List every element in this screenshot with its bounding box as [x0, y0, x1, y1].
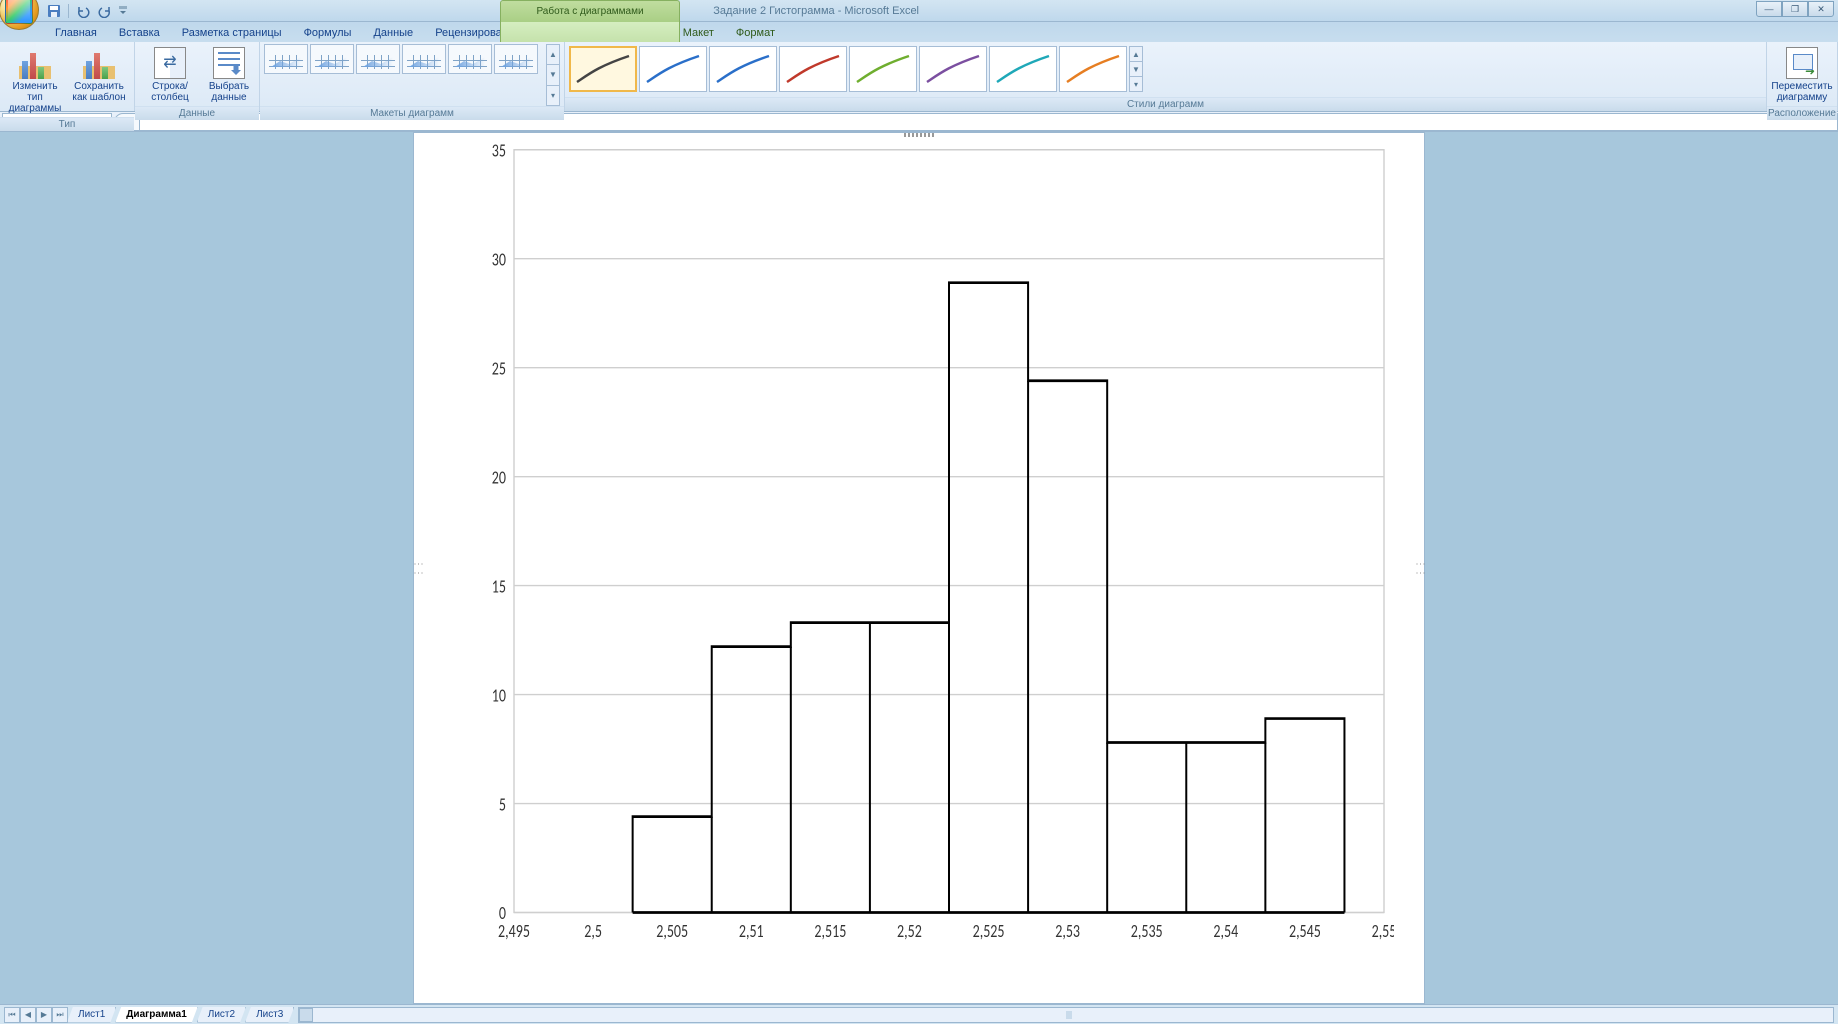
style-thumb[interactable]	[919, 46, 987, 92]
svg-text:2,535: 2,535	[1131, 920, 1163, 943]
chart-layouts-gallery[interactable]	[264, 44, 544, 74]
chart-object[interactable]: ⋮⋮ ⋮⋮ 051015202530352,4952,52,5052,512,5…	[413, 132, 1425, 1004]
scrollbar-thumb[interactable]	[299, 1008, 313, 1022]
tab-page-layout[interactable]: Разметка страницы	[171, 24, 293, 42]
switch-row-column-button[interactable]: Строка/столбец	[139, 44, 201, 106]
contextual-tab-title: Работа с диаграммами	[500, 0, 680, 22]
layouts-gallery-scroll[interactable]: ▲ ▼ ▾	[546, 44, 560, 106]
layout-thumb[interactable]	[310, 44, 354, 74]
layout-thumb[interactable]	[264, 44, 308, 74]
chart-styles-gallery[interactable]	[569, 46, 1127, 92]
styles-gallery-scroll[interactable]: ▲ ▼ ▾	[1129, 46, 1143, 92]
tab-nav-last-icon[interactable]: ⏭	[52, 1007, 68, 1023]
close-button[interactable]: ✕	[1808, 1, 1834, 17]
svg-text:2,505: 2,505	[656, 920, 688, 943]
quick-access-toolbar	[44, 2, 129, 20]
svg-text:2,495: 2,495	[498, 920, 530, 943]
redo-icon[interactable]	[95, 2, 115, 20]
minimize-button[interactable]: ―	[1756, 1, 1782, 17]
style-thumb[interactable]	[569, 46, 637, 92]
ribbon-tabs: Главная Вставка Разметка страницы Формул…	[0, 22, 1838, 42]
svg-text:2,54: 2,54	[1213, 920, 1238, 943]
layout-thumb[interactable]	[356, 44, 400, 74]
chart-bars-icon	[19, 47, 51, 79]
ribbon-group-location: Переместить диаграмму Расположение	[1767, 42, 1838, 111]
style-thumb[interactable]	[989, 46, 1057, 92]
style-thumb[interactable]	[779, 46, 847, 92]
svg-text:2,545: 2,545	[1289, 920, 1321, 943]
chart-template-icon	[83, 47, 115, 79]
sheet-tab[interactable]: Лист3	[245, 1007, 294, 1023]
move-chart-icon	[1786, 47, 1818, 79]
sheet-tab[interactable]: Диаграмма1	[115, 1007, 197, 1023]
tab-insert[interactable]: Вставка	[108, 24, 171, 42]
tab-chart-format[interactable]: Формат	[725, 24, 786, 42]
sheet-tab-nav: ⏮ ◀ ▶ ⏭	[4, 1007, 68, 1023]
select-data-icon	[213, 47, 245, 79]
svg-text:2,525: 2,525	[973, 920, 1005, 943]
chart-svg: 051015202530352,4952,52,5052,512,5152,52…	[474, 143, 1394, 953]
svg-text:2,53: 2,53	[1055, 920, 1080, 943]
title-bar: Задание 2 Гистограмма - Microsoft Excel …	[0, 0, 1838, 22]
chart-plot-area[interactable]: 051015202530352,4952,52,5052,512,5152,52…	[474, 143, 1394, 953]
svg-text:5: 5	[499, 793, 506, 816]
tab-data[interactable]: Данные	[362, 24, 424, 42]
svg-text:2,51: 2,51	[739, 920, 764, 943]
change-chart-type-button[interactable]: Изменить тип диаграммы	[4, 44, 66, 117]
scroll-up-icon[interactable]: ▲	[1130, 47, 1142, 62]
layout-thumb[interactable]	[448, 44, 492, 74]
resize-handle-left[interactable]: ⋮⋮	[413, 559, 424, 577]
tab-nav-first-icon[interactable]: ⏮	[4, 1007, 20, 1023]
svg-text:15: 15	[492, 575, 506, 598]
horizontal-scrollbar[interactable]	[298, 1007, 1834, 1023]
style-thumb[interactable]	[849, 46, 917, 92]
style-thumb[interactable]	[1059, 46, 1127, 92]
ribbon-group-type: Изменить тип диаграммы Сохранить как шаб…	[0, 42, 135, 111]
style-thumb[interactable]	[639, 46, 707, 92]
svg-text:2,55: 2,55	[1372, 920, 1394, 943]
window-title: Задание 2 Гистограмма - Microsoft Excel	[713, 5, 919, 17]
tab-nav-prev-icon[interactable]: ◀	[20, 1007, 36, 1023]
chart-drag-handle[interactable]	[904, 133, 934, 137]
worksheet-area: ⋮⋮ ⋮⋮ 051015202530352,4952,52,5052,512,5…	[0, 132, 1838, 1004]
svg-text:2,52: 2,52	[897, 920, 922, 943]
svg-text:25: 25	[492, 357, 506, 380]
save-icon[interactable]	[44, 2, 64, 20]
scroll-more-icon[interactable]: ▾	[547, 86, 559, 105]
svg-text:2,5: 2,5	[584, 920, 602, 943]
select-data-button[interactable]: Выбрать данные	[203, 44, 255, 106]
sheet-tab[interactable]: Лист1	[67, 1007, 116, 1023]
style-thumb[interactable]	[709, 46, 777, 92]
scroll-down-icon[interactable]: ▼	[547, 65, 559, 85]
scroll-up-icon[interactable]: ▲	[547, 45, 559, 65]
tab-home[interactable]: Главная	[44, 24, 108, 42]
scroll-more-icon[interactable]: ▾	[1130, 77, 1142, 91]
window-controls: ― ❐ ✕	[1756, 1, 1834, 17]
tab-formulas[interactable]: Формулы	[293, 24, 363, 42]
tab-nav-next-icon[interactable]: ▶	[36, 1007, 52, 1023]
restore-button[interactable]: ❐	[1782, 1, 1808, 17]
ribbon-group-layouts: ▲ ▼ ▾ Макеты диаграмм	[260, 42, 565, 111]
switch-icon	[154, 47, 186, 79]
svg-text:30: 30	[492, 248, 506, 271]
scroll-down-icon[interactable]: ▼	[1130, 62, 1142, 77]
ribbon-group-data: Строка/столбец Выбрать данные Данные	[135, 42, 260, 111]
undo-icon[interactable]	[73, 2, 93, 20]
svg-text:35: 35	[492, 143, 506, 162]
svg-text:20: 20	[492, 466, 506, 489]
sheet-tab[interactable]: Лист2	[197, 1007, 246, 1023]
scrollbar-split[interactable]	[1066, 1011, 1072, 1019]
qat-customize-icon[interactable]	[117, 2, 129, 20]
layout-thumb[interactable]	[494, 44, 538, 74]
ribbon-body: Изменить тип диаграммы Сохранить как шаб…	[0, 42, 1838, 112]
save-as-template-button[interactable]: Сохранить как шаблон	[68, 44, 130, 106]
sheet-tabs-bar: ⏮ ◀ ▶ ⏭ Лист1 Диаграмма1 Лист2 Лист3	[0, 1004, 1838, 1024]
svg-text:10: 10	[492, 684, 506, 707]
svg-text:2,515: 2,515	[814, 920, 846, 943]
move-chart-button[interactable]: Переместить диаграмму	[1771, 44, 1833, 106]
layout-thumb[interactable]	[402, 44, 446, 74]
ribbon-group-styles: ▲ ▼ ▾ Стили диаграмм	[565, 42, 1767, 111]
resize-handle-right[interactable]: ⋮⋮	[1415, 559, 1426, 577]
